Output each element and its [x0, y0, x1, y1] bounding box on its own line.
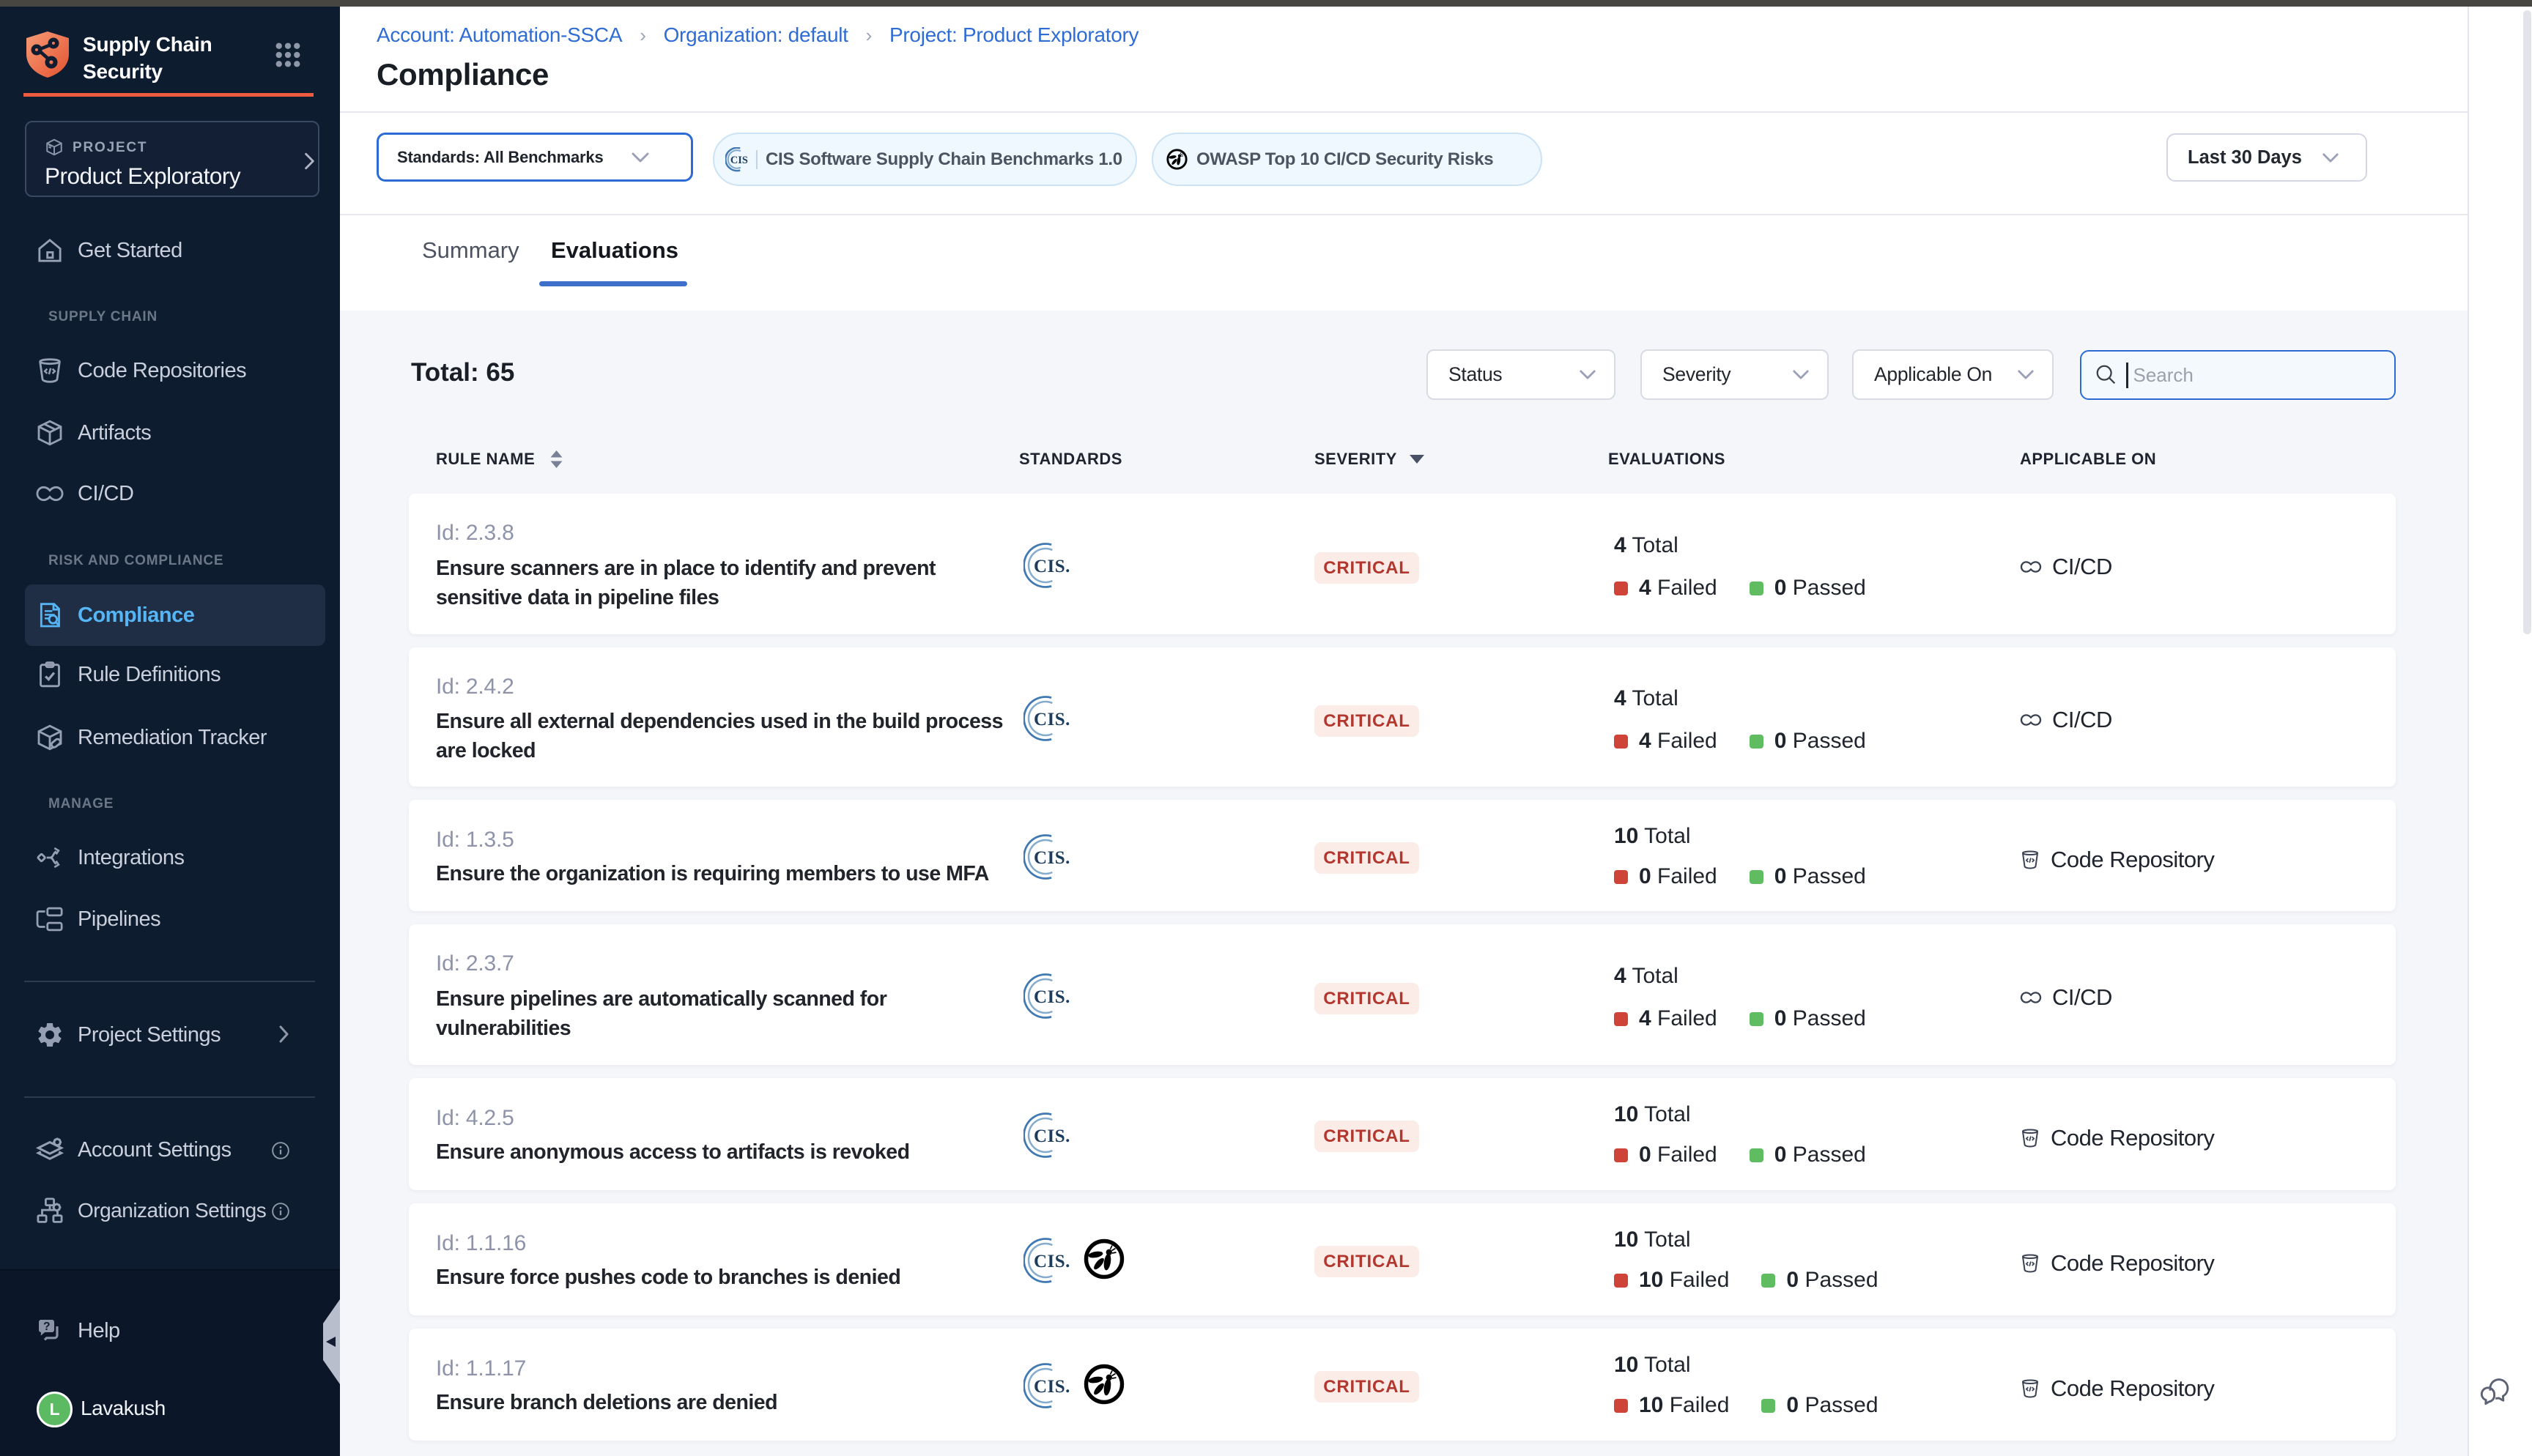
svg-text:CIS.: CIS. [1034, 557, 1070, 576]
svg-text:CIS.: CIS. [1034, 1126, 1070, 1146]
svg-text:CIS.: CIS. [1034, 987, 1070, 1007]
svg-text:CIS.: CIS. [1034, 1252, 1070, 1271]
svg-text:CIS.: CIS. [1034, 848, 1070, 868]
svg-text:CIS.: CIS. [1034, 710, 1070, 729]
svg-text:CIS: CIS [730, 154, 748, 166]
svg-text:?: ? [43, 1321, 51, 1333]
svg-text:CIS.: CIS. [1034, 1377, 1070, 1397]
